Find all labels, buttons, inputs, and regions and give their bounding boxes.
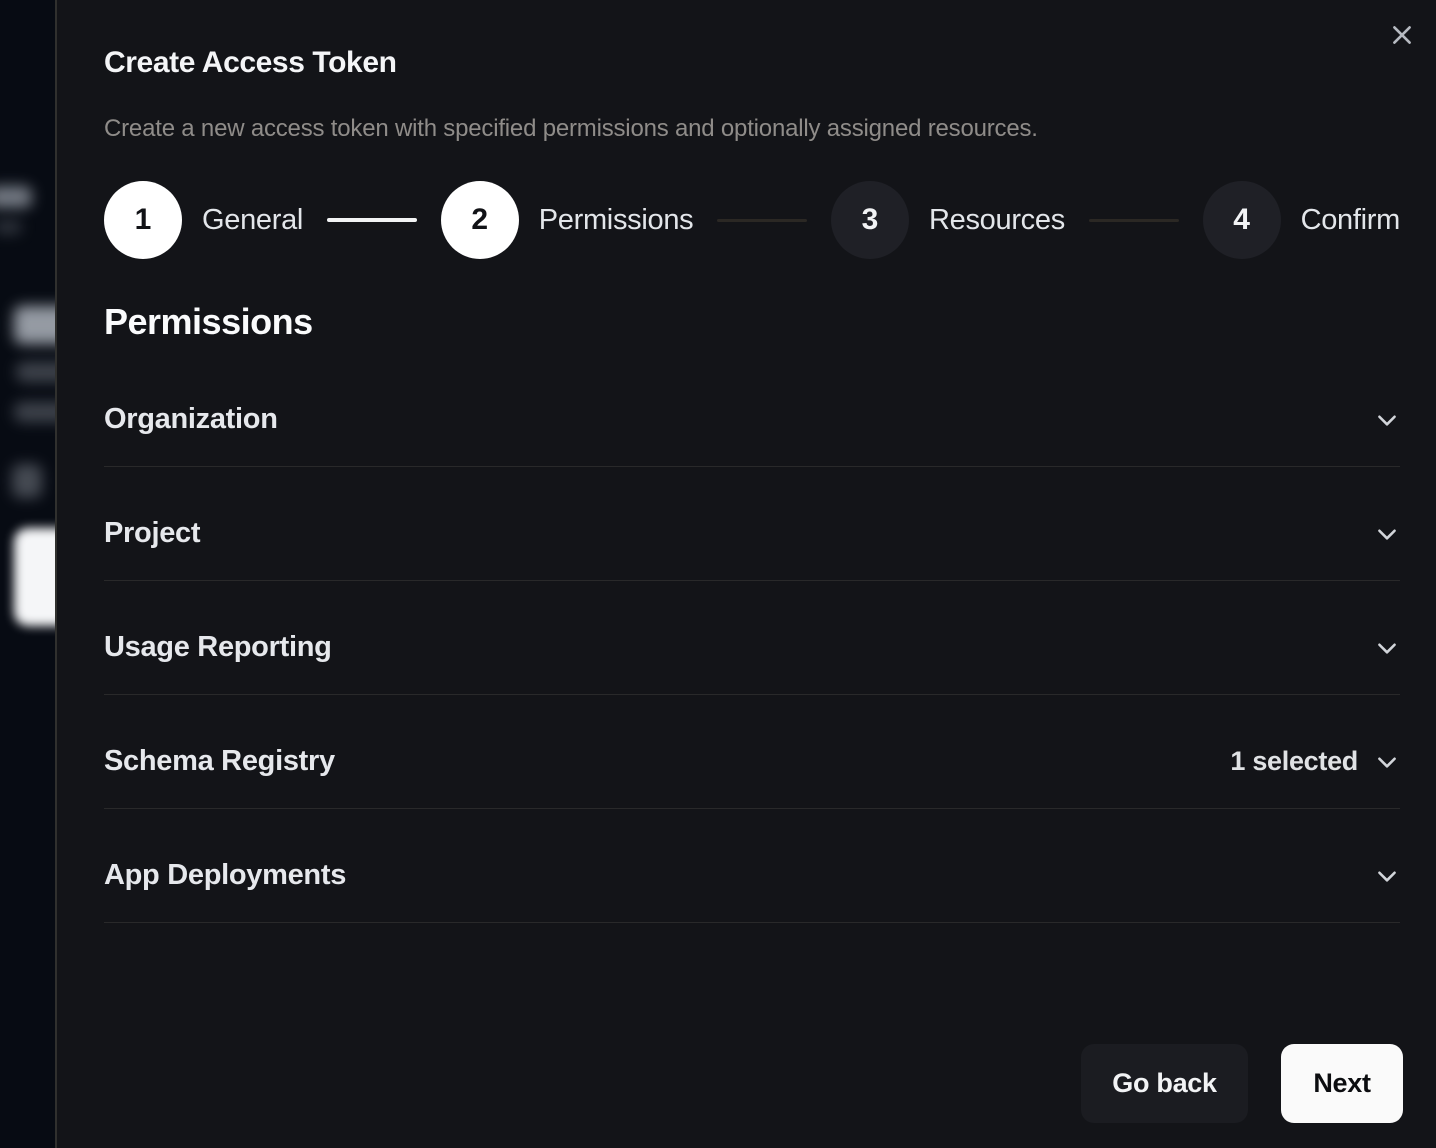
chevron-down-icon[interactable] [1374, 863, 1400, 889]
accordion-row-schema-registry[interactable]: Schema Registry 1 selected [104, 695, 1400, 809]
dialog-subtitle: Create a new access token with specified… [104, 114, 1400, 144]
background-blur-button [14, 528, 57, 626]
step-confirm-label: Confirm [1301, 204, 1400, 237]
step-permissions[interactable]: 2 Permissions [441, 181, 694, 259]
create-access-token-dialog: Create Access Token Create a new access … [55, 0, 1436, 1148]
accordion-label: App Deployments [104, 859, 1374, 892]
permissions-heading: Permissions [104, 300, 1400, 344]
step-permissions-label: Permissions [539, 204, 694, 237]
accordion-label: Project [104, 517, 1374, 550]
background-page [0, 0, 57, 1148]
accordion-label: Usage Reporting [104, 631, 1374, 664]
stepper-connector-done [327, 218, 417, 222]
step-resources[interactable]: 3 Resources [831, 181, 1065, 259]
step-general-number: 1 [104, 181, 182, 259]
stepper-connector-pending [1089, 219, 1179, 222]
accordion-row-organization[interactable]: Organization [104, 353, 1400, 467]
background-blur-icon [12, 464, 42, 498]
stepper-connector-pending [717, 219, 807, 222]
chevron-down-icon[interactable] [1374, 635, 1400, 661]
accordion-label: Schema Registry [104, 745, 1230, 778]
selected-count-badge: 1 selected [1230, 746, 1358, 777]
step-general-label: General [202, 204, 303, 237]
step-confirm-number: 4 [1203, 181, 1281, 259]
accordion-label: Organization [104, 403, 1374, 436]
step-confirm[interactable]: 4 Confirm [1203, 181, 1400, 259]
next-button[interactable]: Next [1281, 1044, 1403, 1123]
chevron-down-icon[interactable] [1374, 407, 1400, 433]
background-blur-heading [14, 306, 57, 344]
background-blur-nav-item [0, 220, 22, 234]
accordion-row-app-deployments[interactable]: App Deployments [104, 809, 1400, 923]
close-button[interactable] [1384, 18, 1420, 54]
dialog-footer: Go back Next [57, 1044, 1403, 1123]
chevron-down-icon[interactable] [1374, 521, 1400, 547]
step-resources-number: 3 [831, 181, 909, 259]
close-icon [1389, 22, 1415, 51]
stepper: 1 General 2 Permissions 3 Resources 4 Co… [104, 181, 1400, 259]
permissions-accordion: Organization Project Usage Reporting Sch… [104, 353, 1400, 923]
step-resources-label: Resources [929, 204, 1065, 237]
step-permissions-number: 2 [441, 181, 519, 259]
accordion-row-usage-reporting[interactable]: Usage Reporting [104, 581, 1400, 695]
go-back-button[interactable]: Go back [1081, 1044, 1248, 1123]
accordion-row-project[interactable]: Project [104, 467, 1400, 581]
chevron-down-icon[interactable] [1374, 749, 1400, 775]
dialog-title: Create Access Token [104, 44, 1400, 82]
background-blur-text [14, 402, 57, 422]
background-blur-text [16, 362, 57, 382]
background-blur-nav-item [0, 186, 32, 208]
step-general[interactable]: 1 General [104, 181, 303, 259]
